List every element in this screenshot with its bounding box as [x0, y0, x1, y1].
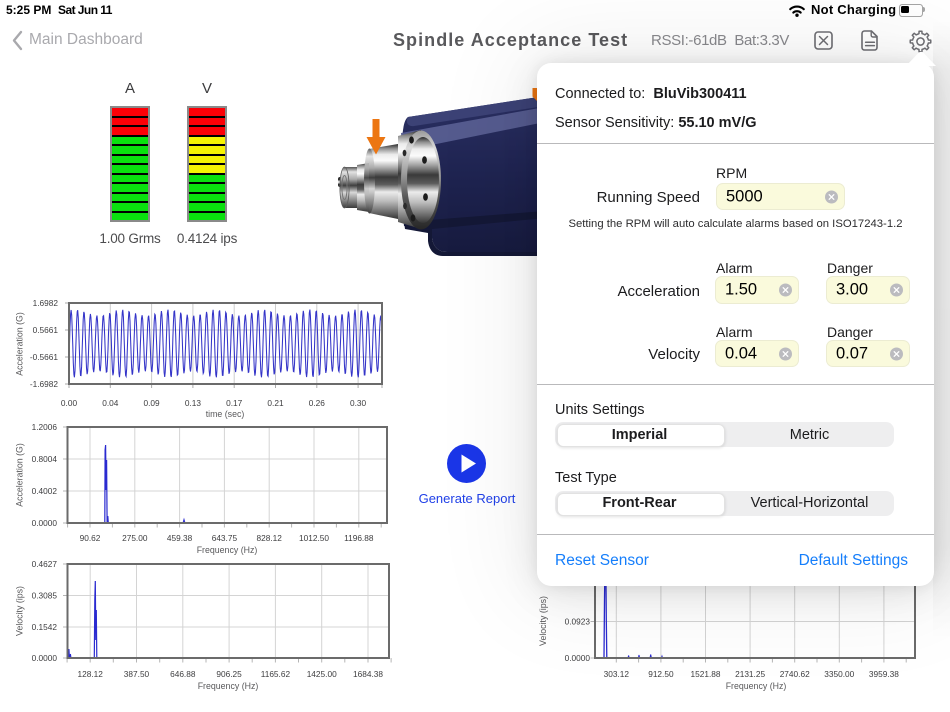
svg-text:0.5661: 0.5661 [33, 325, 59, 335]
svg-text:3350.00: 3350.00 [824, 669, 854, 679]
svg-text:906.25: 906.25 [216, 669, 242, 679]
svg-text:0.4627: 0.4627 [32, 559, 58, 569]
svg-text:0.0000: 0.0000 [32, 518, 58, 528]
svg-text:0.1542: 0.1542 [32, 622, 58, 632]
svg-text:Frequency (Hz): Frequency (Hz) [726, 681, 787, 691]
svg-text:0.8004: 0.8004 [32, 454, 58, 464]
svg-text:912.50: 912.50 [648, 669, 674, 679]
svg-text:1521.88: 1521.88 [691, 669, 721, 679]
svg-text:1.2006: 1.2006 [32, 422, 58, 432]
svg-text:1425.00: 1425.00 [307, 669, 337, 679]
svg-text:0.17: 0.17 [226, 398, 243, 408]
svg-text:643.75: 643.75 [212, 533, 238, 543]
svg-text:1165.62: 1165.62 [261, 669, 291, 679]
svg-text:Frequency (Hz): Frequency (Hz) [198, 681, 259, 691]
svg-text:0.0000: 0.0000 [32, 653, 58, 663]
svg-text:0.4002: 0.4002 [32, 486, 58, 496]
svg-text:128.12: 128.12 [78, 669, 104, 679]
svg-text:Acceleration (G): Acceleration (G) [15, 443, 25, 507]
svg-text:0.0000: 0.0000 [565, 653, 591, 663]
svg-text:0.30: 0.30 [350, 398, 367, 408]
svg-text:-0.5661: -0.5661 [30, 352, 59, 362]
svg-text:0.00: 0.00 [61, 398, 78, 408]
svg-text:3959.38: 3959.38 [869, 669, 899, 679]
svg-text:275.00: 275.00 [122, 533, 148, 543]
svg-text:1684.38: 1684.38 [353, 669, 383, 679]
svg-text:90.62: 90.62 [80, 533, 101, 543]
svg-text:0.21: 0.21 [267, 398, 284, 408]
svg-text:2131.25: 2131.25 [735, 669, 765, 679]
svg-text:2740.62: 2740.62 [780, 669, 810, 679]
svg-text:1012.50: 1012.50 [299, 533, 329, 543]
svg-text:1.6982: 1.6982 [33, 298, 59, 308]
svg-text:459.38: 459.38 [167, 533, 193, 543]
svg-text:828.12: 828.12 [257, 533, 283, 543]
svg-text:0.3085: 0.3085 [32, 591, 58, 601]
svg-text:303.12: 303.12 [604, 669, 630, 679]
svg-text:Velocity (ips): Velocity (ips) [15, 586, 25, 636]
svg-text:0.09: 0.09 [144, 398, 161, 408]
svg-text:0.26: 0.26 [309, 398, 326, 408]
svg-text:0.04: 0.04 [102, 398, 119, 408]
svg-text:646.88: 646.88 [170, 669, 196, 679]
svg-text:-1.6982: -1.6982 [30, 379, 59, 389]
svg-text:Acceleration (G): Acceleration (G) [15, 312, 25, 376]
svg-text:387.50: 387.50 [124, 669, 150, 679]
svg-text:0.13: 0.13 [185, 398, 202, 408]
svg-text:Frequency (Hz): Frequency (Hz) [197, 545, 258, 555]
svg-text:1196.88: 1196.88 [344, 533, 374, 543]
svg-text:Velocity (ips): Velocity (ips) [538, 596, 548, 646]
svg-text:0.0923: 0.0923 [565, 617, 591, 627]
svg-text:time (sec): time (sec) [206, 409, 245, 419]
